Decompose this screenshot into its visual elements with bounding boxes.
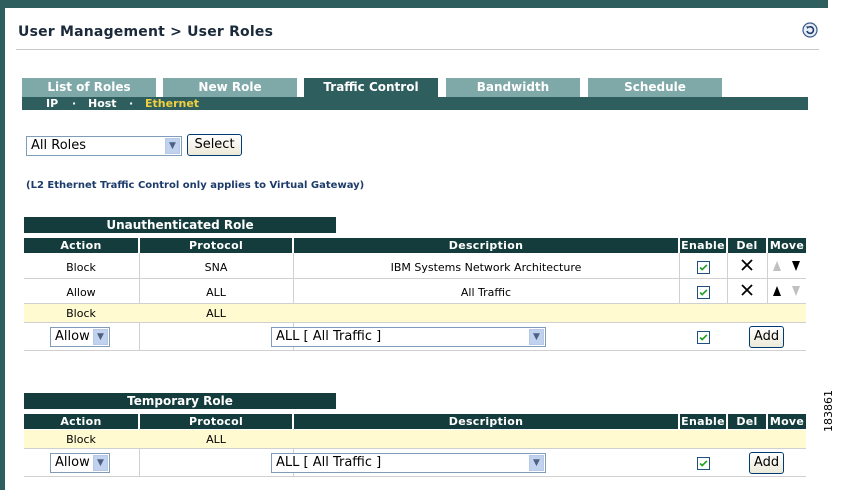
sub-navigation: IP · Host · Ethernet xyxy=(22,97,808,110)
col-header-enable: Enable xyxy=(680,238,726,253)
subnav-ip[interactable]: IP xyxy=(46,97,58,110)
default-row-action: Block xyxy=(66,307,96,320)
enable-checkbox[interactable] xyxy=(697,457,710,470)
subnav-ethernet[interactable]: Ethernet xyxy=(145,97,199,110)
default-row-action: Block xyxy=(66,433,96,446)
role-select-value: All Roles xyxy=(31,138,87,153)
delete-icon[interactable] xyxy=(740,258,754,272)
col-header-description: Description xyxy=(294,414,678,429)
row-protocol: SNA xyxy=(204,261,228,274)
action-select-value: Allow xyxy=(55,329,90,344)
action-select[interactable]: Allow ▼ xyxy=(50,453,110,473)
tab-schedule[interactable]: Schedule xyxy=(588,78,722,97)
chevron-down-icon: ▼ xyxy=(529,455,544,471)
subnav-host[interactable]: Host xyxy=(88,97,117,110)
enable-checkbox[interactable] xyxy=(697,261,710,274)
move-down-icon xyxy=(792,286,800,296)
delete-icon[interactable] xyxy=(740,283,754,297)
add-button[interactable]: Add xyxy=(749,452,784,474)
col-header-protocol: Protocol xyxy=(140,414,292,429)
row-description: IBM Systems Network Architecture xyxy=(390,261,582,274)
col-header-move: Move xyxy=(768,238,806,253)
tab-traffic-control[interactable]: Traffic Control xyxy=(304,78,438,97)
row-divider xyxy=(24,476,806,477)
col-header-action: Action xyxy=(24,238,138,253)
row-action: Allow xyxy=(66,286,96,299)
section-title-unauthenticated: Unauthenticated Role xyxy=(24,217,336,233)
info-note: (L2 Ethernet Traffic Control only applie… xyxy=(26,180,365,191)
row-action: Block xyxy=(66,261,96,274)
page-title: User Management > User Roles xyxy=(18,24,274,40)
chevron-down-icon: ▼ xyxy=(529,329,544,345)
section-title-temporary: Temporary Role xyxy=(24,393,336,409)
protocol-select-value: ALL [ All Traffic ] xyxy=(276,329,382,344)
subnav-separator: · xyxy=(129,97,134,110)
subnav-separator: · xyxy=(72,97,77,110)
col-header-move: Move xyxy=(768,414,806,429)
protocol-select[interactable]: ALL [ All Traffic ] ▼ xyxy=(271,327,546,347)
tab-new-role[interactable]: New Role xyxy=(163,78,297,97)
col-header-del: Del xyxy=(728,238,766,253)
chevron-down-icon: ▼ xyxy=(93,329,108,345)
default-row-protocol: ALL xyxy=(206,433,226,446)
row-protocol: ALL xyxy=(206,286,226,299)
col-header-protocol: Protocol xyxy=(140,238,292,253)
tab-bandwidth[interactable]: Bandwidth xyxy=(446,78,580,97)
row-divider xyxy=(24,350,806,351)
default-row-protocol: ALL xyxy=(206,307,226,320)
top-frame-bar xyxy=(0,0,828,8)
left-frame-bar xyxy=(0,0,5,490)
col-header-enable: Enable xyxy=(680,414,726,429)
move-up-icon[interactable] xyxy=(772,285,782,297)
action-select-value: Allow xyxy=(55,455,90,470)
chevron-down-icon: ▼ xyxy=(93,455,108,471)
refresh-icon[interactable] xyxy=(802,22,818,38)
row-divider xyxy=(24,448,806,449)
enable-checkbox[interactable] xyxy=(697,286,710,299)
add-button[interactable]: Add xyxy=(749,326,784,348)
select-button[interactable]: Select xyxy=(187,134,242,156)
action-select[interactable]: Allow ▼ xyxy=(50,327,110,347)
move-up-icon xyxy=(773,261,781,271)
title-divider xyxy=(16,49,819,50)
figure-id: 183861 xyxy=(822,390,835,432)
col-header-description: Description xyxy=(294,238,678,253)
row-divider xyxy=(24,322,806,323)
protocol-select-value: ALL [ All Traffic ] xyxy=(276,455,382,470)
protocol-select[interactable]: ALL [ All Traffic ] ▼ xyxy=(271,453,546,473)
enable-checkbox[interactable] xyxy=(697,331,710,344)
row-description: All Traffic xyxy=(460,286,512,299)
row-divider xyxy=(24,278,806,279)
tab-list-of-roles[interactable]: List of Roles xyxy=(22,78,156,97)
move-down-icon[interactable] xyxy=(791,260,801,272)
col-header-action: Action xyxy=(24,414,138,429)
role-select[interactable]: All Roles ▼ xyxy=(26,136,182,156)
col-header-del: Del xyxy=(728,414,766,429)
chevron-down-icon: ▼ xyxy=(165,138,180,154)
